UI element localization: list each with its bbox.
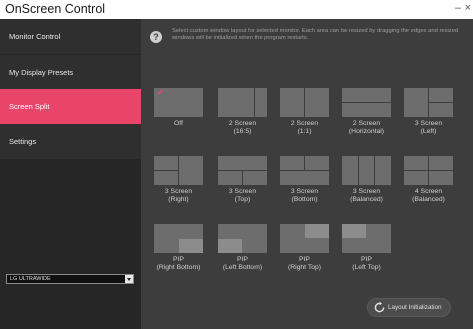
info-text: Select custom window layout for selected… [172,28,459,41]
pip-window [218,239,242,253]
monitor-select[interactable]: LG ULTRAWIDE [6,274,134,284]
layout-caption: 3 Screen (Left) [390,120,467,136]
layout-thumbnail[interactable]: ✔ [154,87,203,117]
layout-pane [404,88,428,117]
layout-caption: 4 Screen (Balanced) [390,188,467,204]
layout-pane [404,171,428,185]
sidebar-item-my-display-presets[interactable]: My Display Presets [0,55,141,90]
reset-icon [374,302,385,313]
layout-pane [305,88,329,117]
help-icon: ? [150,31,162,43]
monitor-select-value: LG ULTRAWIDE [10,276,51,282]
pip-window [305,224,329,238]
sidebar: Monitor Control My Display Presets Scree… [0,19,141,329]
layout-thumbnail[interactable] [218,224,267,253]
layout-thumbnail[interactable] [280,88,329,117]
layout-caption-line2: (Left) [420,128,437,135]
sidebar-item-monitor-control[interactable]: Monitor Control [0,19,141,54]
title-bar: OnScreen Control – × [0,0,473,19]
layout-pane [305,156,329,170]
layout-pane [359,156,374,185]
sidebar-item-screen-split[interactable]: Screen Split [0,89,141,124]
layout-pane [342,88,391,102]
layout-pane [154,171,178,185]
layout-pane [280,88,304,117]
layout-pane [429,103,453,117]
layout-pane [179,156,203,185]
app-window: OnScreen Control – × Monitor Control My … [0,0,473,329]
layout-pane [280,156,304,170]
layout-thumbnail[interactable] [280,156,329,185]
sidebar-item-settings[interactable]: Settings [0,124,141,159]
layout-pane [404,156,428,170]
layout-thumbnail[interactable] [342,88,391,117]
chevron-down-icon[interactable] [125,275,133,283]
layout-caption-line1: PIP [361,256,372,263]
layout-pane [243,171,267,185]
layout-initialization-label: Layout Initialization [388,304,442,311]
layout-thumbnail[interactable] [280,224,329,253]
layout-thumbnail[interactable] [154,156,203,185]
window-title: OnScreen Control [5,2,106,16]
pip-window [342,224,366,238]
layout-pane [429,171,453,185]
main-panel: ? Select custom window layout for select… [141,19,473,329]
layout-caption-line1: 4 Screen [414,188,443,195]
layout-caption-line2: (Left Top) [352,264,381,271]
layout-pane [218,171,242,185]
close-button[interactable]: × [465,0,471,16]
layout-pane [218,88,254,117]
layout-pane [342,103,391,117]
layout-thumbnail[interactable] [218,88,267,117]
minimize-button[interactable]: – [455,0,461,16]
layout-pane [342,156,358,185]
layout-thumbnail[interactable] [154,224,203,253]
layout-pane [280,171,329,185]
layout-caption-line1: 3 Screen [414,120,443,127]
layout-pane [154,156,178,170]
layout-pane [255,88,267,117]
check-icon: ✔ [157,87,165,97]
layout-thumbnail[interactable] [404,88,453,117]
layout-thumbnail[interactable] [404,156,453,185]
pip-window [179,239,203,253]
layout-caption-line2: (Balanced) [412,196,445,203]
layout-caption: PIP (Left Top) [328,256,405,272]
layout-thumbnail[interactable] [342,156,391,185]
layout-pane [218,156,267,170]
layout-initialization-button[interactable]: Layout Initialization [367,298,451,317]
layout-pane [375,156,391,185]
layout-thumbnail[interactable] [218,156,267,185]
layout-pane [429,156,453,170]
layout-pane [429,88,453,102]
layout-thumbnail[interactable] [342,224,391,253]
